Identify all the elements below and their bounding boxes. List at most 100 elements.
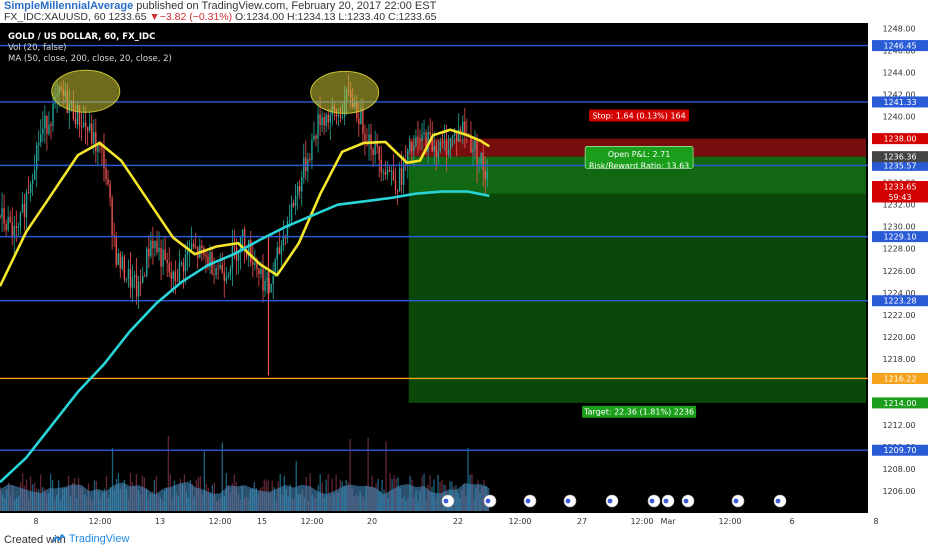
x-tick-label: 13 (155, 517, 165, 526)
candle-body (254, 262, 256, 265)
candle-body (221, 265, 223, 273)
candle-body (107, 178, 109, 185)
candle-body (115, 236, 117, 265)
candle-body (301, 177, 303, 192)
candle-body (166, 260, 168, 263)
candle-body (121, 256, 124, 269)
highlight-ellipse (51, 69, 121, 113)
candle-body (80, 125, 83, 127)
candle-body (409, 142, 411, 151)
price-label: 59:43 (888, 193, 911, 202)
candle-body (400, 168, 403, 185)
candle-body (280, 245, 283, 255)
candle-body (219, 265, 221, 269)
candle-body (190, 243, 193, 250)
candle-body (364, 133, 366, 142)
candle-body (1, 208, 3, 218)
candle-body (311, 139, 313, 161)
event-flag-icon (565, 498, 571, 504)
candle-body (407, 150, 409, 163)
candle-body (29, 183, 32, 193)
candle-body (19, 211, 22, 227)
candle-body (443, 141, 446, 143)
candle-body (223, 272, 225, 281)
candle-body (186, 250, 189, 255)
candle-body (231, 246, 234, 269)
candle-body (27, 192, 30, 194)
x-tick-label: 12:00 (300, 517, 323, 526)
candle-body (15, 226, 18, 228)
candle-body (40, 134, 42, 143)
candle-body (272, 276, 274, 284)
candle-body (341, 117, 344, 118)
candle-body (419, 138, 421, 142)
candle-body (139, 281, 142, 283)
candle-body (252, 262, 254, 265)
candle-body (339, 114, 342, 118)
candle-body (33, 169, 36, 180)
x-tick-label: 20 (367, 517, 377, 526)
candle-body (192, 243, 195, 248)
candle-body (455, 132, 458, 142)
candle-body (148, 248, 150, 257)
candle-body (150, 240, 152, 257)
candle-body (464, 121, 466, 134)
candle-body (152, 240, 154, 249)
highlight-ellipse (310, 70, 380, 114)
candle-body (170, 272, 172, 279)
level-label: 1246.45 (883, 42, 916, 51)
y-tick-label: 1244.00 (882, 69, 915, 78)
x-tick-label: 8 (33, 517, 38, 526)
y-tick-label: 1218.00 (882, 355, 915, 364)
candle-body (250, 239, 252, 263)
risk-reward-label: Risk/Reward Ratio: 13.63 (589, 162, 689, 171)
target-label: Target: 22.36 (1.81%) 2236 (583, 408, 694, 417)
candle-body (46, 115, 48, 134)
candle-body (435, 145, 437, 158)
x-tick-label: 15 (257, 517, 267, 526)
candle-body (25, 192, 28, 218)
candle-body (21, 203, 24, 212)
chart-header: SimpleMillennialAverage published on Tra… (0, 0, 932, 23)
y-tick-label: 1208.00 (882, 465, 915, 474)
candle-body (292, 202, 295, 207)
x-tick-label: Mar (660, 517, 676, 526)
candle-body (119, 253, 121, 269)
candle-body (168, 262, 170, 273)
tradingview-logo[interactable]: TradingView (52, 533, 129, 545)
event-flag-icon (443, 498, 449, 504)
y-tick-label: 1240.00 (882, 113, 915, 122)
candle-body (396, 190, 399, 192)
price-chart[interactable]: Stop: 1.64 (0.13%) 164 Open P&L: 2.71 Risk… (0, 23, 932, 528)
candle-body (52, 103, 54, 126)
candle-body (445, 141, 448, 155)
y-tick-label: 1212.00 (882, 421, 915, 430)
candle-body (411, 142, 413, 152)
candle-body (3, 208, 5, 224)
candle-body (125, 278, 128, 280)
candle-body (378, 146, 380, 160)
x-tick-label: 8 (873, 517, 878, 526)
candle-body (133, 275, 136, 278)
event-flag-icon (663, 498, 669, 504)
candle-body (0, 215, 1, 218)
price-label: 1233.65 (883, 183, 916, 192)
symbol-label: FX_IDC:XAUUSD, 60 (4, 11, 106, 23)
candle-body (290, 202, 293, 221)
candle-body (319, 114, 321, 125)
level-label: 1241.33 (883, 98, 916, 107)
x-tick-label: 12:00 (88, 517, 111, 526)
candle-body (229, 268, 232, 276)
legend-volume: Vol (20, false) (8, 43, 67, 53)
candle-body (180, 262, 183, 264)
candle-body (417, 136, 419, 139)
price-change: ▼−3.82 (−0.31%) (149, 11, 233, 23)
y-tick-label: 1206.00 (882, 487, 915, 496)
candle-body (164, 249, 166, 261)
candle-body (237, 252, 240, 261)
candle-body (174, 271, 177, 282)
event-flag-icon (733, 498, 739, 504)
candle-body (482, 152, 484, 170)
candle-body (144, 275, 146, 277)
candle-body (382, 172, 384, 173)
